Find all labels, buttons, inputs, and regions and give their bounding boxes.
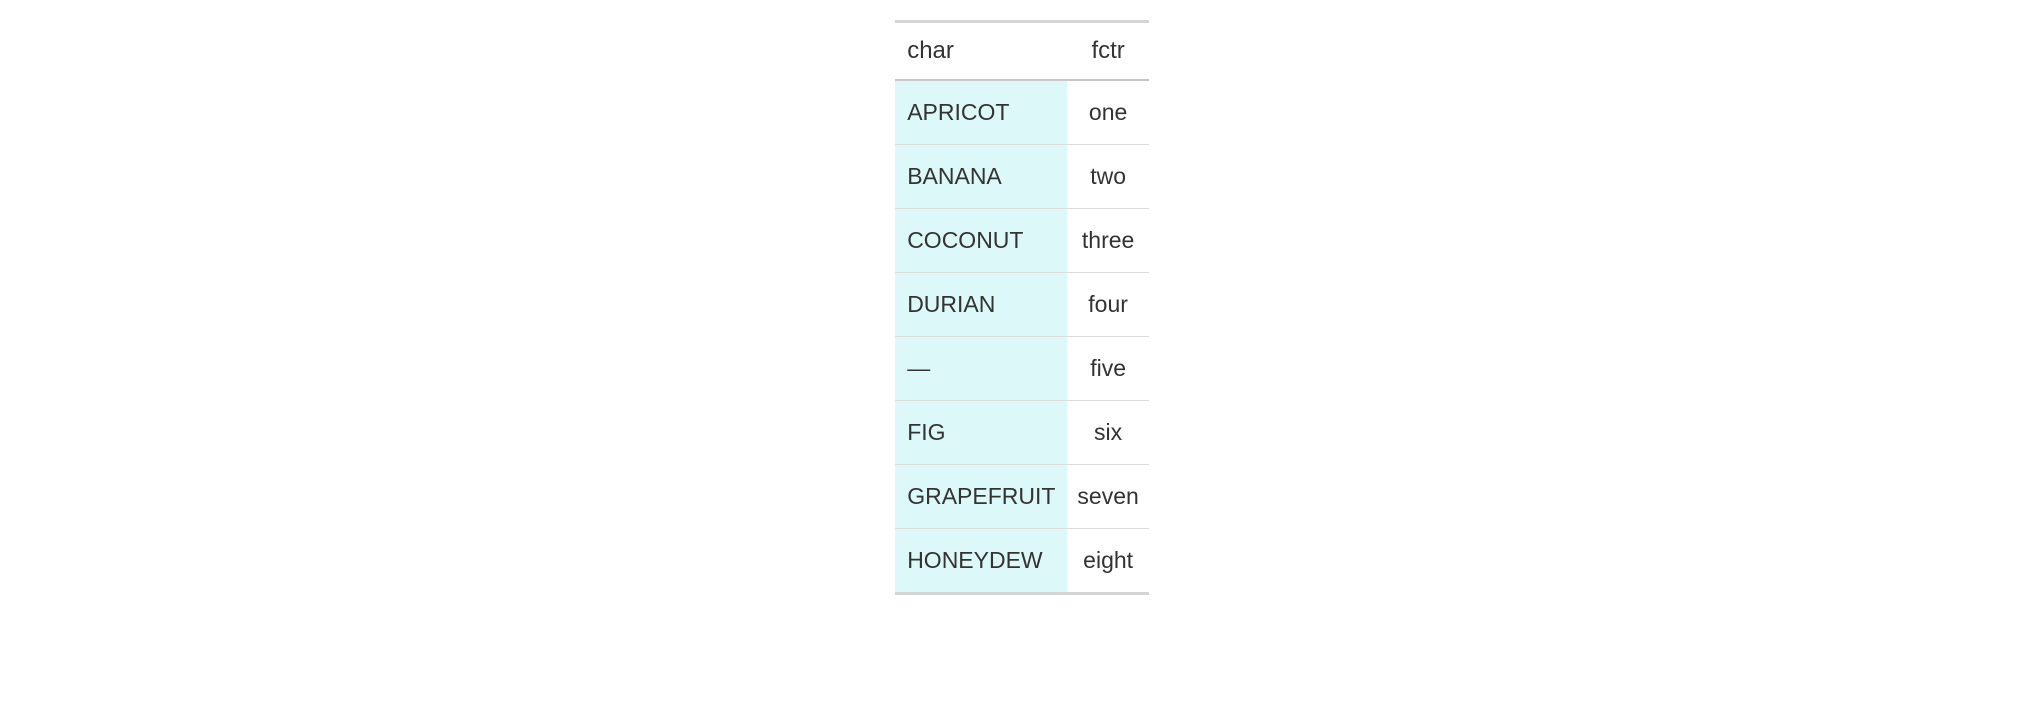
cell-char: COCONUT <box>895 209 1067 273</box>
table-row: FIG six <box>895 401 1149 465</box>
data-table: char fctr APRICOT one BANANA two COCONUT… <box>895 20 1149 595</box>
cell-fctr: three <box>1067 209 1148 273</box>
cell-char: APRICOT <box>895 80 1067 145</box>
cell-char: HONEYDEW <box>895 529 1067 594</box>
cell-fctr: seven <box>1067 465 1148 529</box>
col-header-fctr: fctr <box>1067 22 1148 81</box>
cell-fctr: four <box>1067 273 1148 337</box>
table-row: GRAPEFRUIT seven <box>895 465 1149 529</box>
cell-fctr: five <box>1067 337 1148 401</box>
cell-char: FIG <box>895 401 1067 465</box>
cell-fctr: one <box>1067 80 1148 145</box>
cell-char: DURIAN <box>895 273 1067 337</box>
table-row: BANANA two <box>895 145 1149 209</box>
table-row: COCONUT three <box>895 209 1149 273</box>
cell-fctr: two <box>1067 145 1148 209</box>
table-row: APRICOT one <box>895 80 1149 145</box>
cell-char: — <box>895 337 1067 401</box>
table-row: DURIAN four <box>895 273 1149 337</box>
table-row: HONEYDEW eight <box>895 529 1149 594</box>
cell-char: GRAPEFRUIT <box>895 465 1067 529</box>
table-header-row: char fctr <box>895 22 1149 81</box>
cell-fctr: six <box>1067 401 1148 465</box>
col-header-char: char <box>895 22 1067 81</box>
cell-char: BANANA <box>895 145 1067 209</box>
table-row: — five <box>895 337 1149 401</box>
cell-fctr: eight <box>1067 529 1148 594</box>
